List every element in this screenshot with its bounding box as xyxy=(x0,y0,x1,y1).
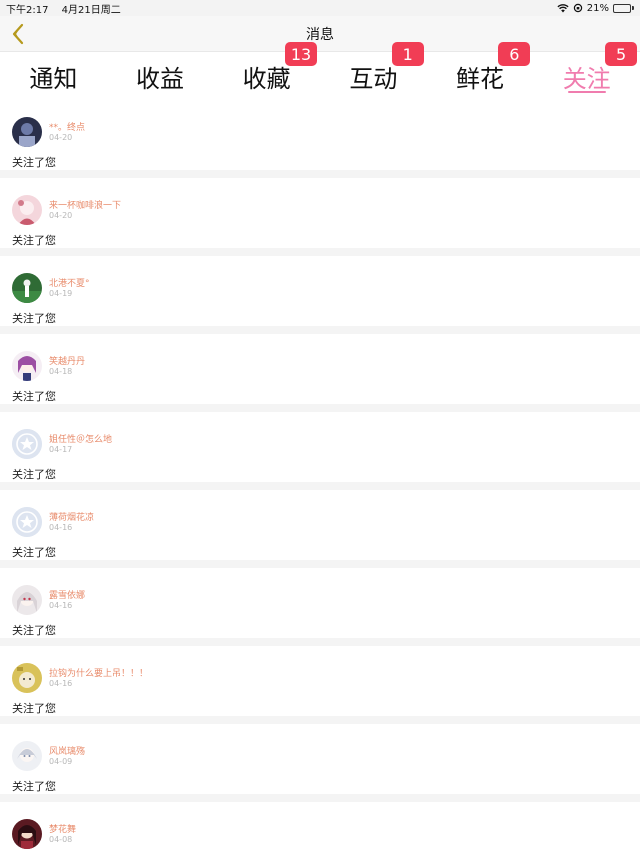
chevron-left-icon xyxy=(12,23,24,45)
default-avatar[interactable] xyxy=(12,429,42,459)
item-action: 关注了您 xyxy=(12,624,56,637)
item-date: 04-18 xyxy=(49,367,73,376)
favorites-badge: 13 xyxy=(285,42,318,66)
item-action: 关注了您 xyxy=(12,546,56,559)
user-name[interactable]: 姐任性＠怎么地 xyxy=(49,432,112,445)
avatar[interactable] xyxy=(12,819,42,849)
tab-notifications[interactable]: 通知 xyxy=(0,52,107,100)
avatar[interactable] xyxy=(12,117,42,147)
battery-percent: 21% xyxy=(586,2,609,14)
list-item[interactable]: 北港不夏° 04-19 关注了您 xyxy=(0,256,640,334)
back-button[interactable] xyxy=(8,22,28,46)
avatar[interactable] xyxy=(12,195,42,225)
item-action: 关注了您 xyxy=(12,312,56,325)
orientation-lock-icon xyxy=(573,3,582,13)
interactions-badge: 1 xyxy=(391,42,424,66)
avatar[interactable] xyxy=(12,351,42,381)
tab-earnings[interactable]: 收益 xyxy=(107,52,214,100)
follow-list: **。终点 04-20 关注了您 来一杯咖啡浪一下 04-20 关注了您 北港不… xyxy=(0,100,640,853)
item-date: 04-17 xyxy=(49,445,73,454)
list-item[interactable]: 风岚璃殇 04-09 关注了您 xyxy=(0,724,640,802)
flowers-badge: 6 xyxy=(498,42,531,66)
status-right: 21% xyxy=(557,3,634,14)
user-name[interactable]: 拉钩为什么要上吊！！！ xyxy=(49,666,148,679)
user-name[interactable]: 露雪依娜 xyxy=(49,588,85,601)
user-name[interactable]: 薄荷烟花凉 xyxy=(49,510,94,523)
user-name[interactable]: 梦花舞 xyxy=(49,822,76,835)
tab-label: 通知 xyxy=(29,64,78,93)
battery-icon xyxy=(613,3,634,13)
tab-label: 收藏 xyxy=(242,64,291,93)
item-action: 关注了您 xyxy=(12,780,56,793)
item-action: 关注了您 xyxy=(12,390,56,403)
list-item[interactable]: 梦花舞 04-08 xyxy=(0,802,640,853)
item-date: 04-09 xyxy=(49,757,73,766)
item-date: 04-16 xyxy=(49,523,73,532)
page-title: 消息 xyxy=(306,26,334,43)
tab-favorites[interactable]: 收藏 13 xyxy=(213,42,320,100)
status-left: 下午2:17 4月21日周二 xyxy=(6,1,131,16)
nav-bar: 消息 xyxy=(0,16,640,52)
item-date: 04-20 xyxy=(49,133,73,142)
item-date: 04-20 xyxy=(49,211,73,220)
tab-flowers[interactable]: 鲜花 6 xyxy=(427,42,534,100)
tab-interactions[interactable]: 互动 1 xyxy=(320,42,427,100)
list-item[interactable]: 露雪依娜 04-16 关注了您 xyxy=(0,568,640,646)
item-action: 关注了您 xyxy=(12,468,56,481)
item-action: 关注了您 xyxy=(12,234,56,247)
status-time: 下午2:17 xyxy=(6,4,49,16)
user-name[interactable]: 风岚璃殇 xyxy=(49,744,85,757)
follows-badge: 5 xyxy=(605,42,638,66)
wifi-icon xyxy=(557,3,569,12)
tab-label: 关注 xyxy=(562,64,611,93)
item-action: 关注了您 xyxy=(12,156,56,169)
list-item[interactable]: 姐任性＠怎么地 04-17 关注了您 xyxy=(0,412,640,490)
tab-label: 收益 xyxy=(136,64,184,93)
list-item[interactable]: **。终点 04-20 关注了您 xyxy=(0,100,640,178)
item-action: 关注了您 xyxy=(12,702,56,715)
list-item[interactable]: 薄荷烟花凉 04-16 关注了您 xyxy=(0,490,640,568)
avatar[interactable] xyxy=(12,585,42,615)
user-name[interactable]: **。终点 xyxy=(49,120,85,133)
list-item[interactable]: 来一杯咖啡浪一下 04-20 关注了您 xyxy=(0,178,640,256)
tab-follows[interactable]: 关注 5 xyxy=(533,42,640,100)
list-item[interactable]: 拉钩为什么要上吊！！！ 04-16 关注了您 xyxy=(0,646,640,724)
item-date: 04-19 xyxy=(49,289,73,298)
item-date: 04-16 xyxy=(49,601,73,610)
user-name[interactable]: 来一杯咖啡浪一下 xyxy=(49,198,121,211)
item-date: 04-08 xyxy=(49,835,73,844)
user-name[interactable]: 北港不夏° xyxy=(49,276,90,289)
default-avatar[interactable] xyxy=(12,507,42,537)
item-date: 04-16 xyxy=(49,679,73,688)
star-avatar-icon xyxy=(12,429,42,459)
avatar[interactable] xyxy=(12,663,42,693)
tab-label: 鲜花 xyxy=(456,64,505,93)
tab-label: 互动 xyxy=(349,64,398,93)
active-tab-indicator xyxy=(567,91,606,93)
status-bar: 下午2:17 4月21日周二 21% xyxy=(0,0,640,16)
tab-bar: 通知 收益 收藏 13 互动 1 鲜花 6 关注 5 xyxy=(0,42,640,100)
status-date: 4月21日周二 xyxy=(61,4,121,16)
avatar[interactable] xyxy=(12,273,42,303)
avatar[interactable] xyxy=(12,741,42,771)
list-item[interactable]: 笑越丹丹 04-18 关注了您 xyxy=(0,334,640,412)
user-name[interactable]: 笑越丹丹 xyxy=(49,354,85,367)
star-avatar-icon xyxy=(12,507,42,537)
